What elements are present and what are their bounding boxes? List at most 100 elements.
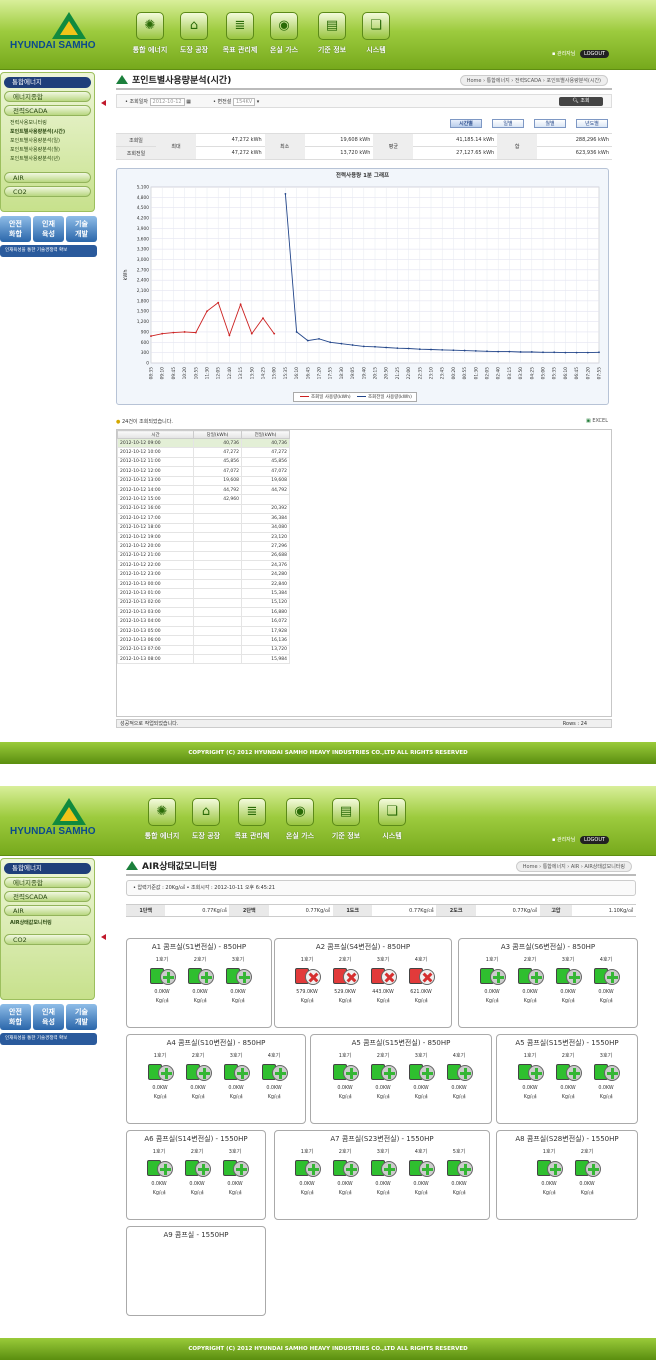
table-row[interactable]: 2012-10-13 07:00 13,720 xyxy=(117,644,290,656)
compressor-unit[interactable]: 3호기 0.0KW Kg/㎠ xyxy=(217,1052,255,1100)
table-row[interactable]: 2012-10-12 11:00 45,856 45,856 xyxy=(117,456,290,468)
table-row[interactable]: 2012-10-12 09:00 40,736 40,736 xyxy=(117,437,290,449)
sidebar-item-energy-summary[interactable]: 에너지종합 xyxy=(4,877,91,888)
excel-button[interactable]: ▣ EXCEL xyxy=(586,418,608,424)
banner-talent[interactable]: 인재 육성 xyxy=(33,216,64,242)
compressor-unit[interactable]: 5호기 0.0KW Kg/㎠ xyxy=(440,1148,478,1196)
sidebar-item-integrated-energy[interactable]: 통합에너지 xyxy=(4,77,91,88)
nav-item-0[interactable]: ✺ 통합 에너지 xyxy=(128,12,172,55)
compressor-unit[interactable]: 3호기 0.0KW Kg/㎠ xyxy=(402,1052,440,1100)
nav-item-1[interactable]: ⌂ 도장 공장 xyxy=(172,12,216,55)
banner-technology[interactable]: 기술 개발 xyxy=(66,1004,97,1030)
company-logo[interactable]: HYUNDAI SAMHO xyxy=(10,12,120,54)
compressor-unit[interactable]: 3호기 0.0KW Kg/㎠ xyxy=(216,1148,254,1196)
table-row[interactable]: 2012-10-12 10:00 47,272 47,272 xyxy=(117,447,290,458)
compressor-unit[interactable]: 4호기 621.0KW Kg/㎠ xyxy=(402,956,440,1004)
table-row[interactable]: 2012-10-13 05:00 17,928 xyxy=(117,625,290,637)
compressor-unit[interactable]: 1호기 0.0KW Kg/㎠ xyxy=(473,956,511,1004)
nav-item-0[interactable]: ✺ 통합 에너지 xyxy=(140,798,184,841)
compressor-unit[interactable]: 2호기 0.0KW Kg/㎠ xyxy=(568,1148,606,1196)
tab-daily[interactable]: 일별 xyxy=(492,119,524,128)
sidebar-item-co2[interactable]: CO2 xyxy=(4,934,91,945)
sidebar-subitem-yearly[interactable]: 포인트별사용량분석(년) xyxy=(4,155,91,164)
nav-item-3[interactable]: ◉ 온실 가스 xyxy=(278,798,322,841)
compressor-unit[interactable]: 3호기 0.0KW Kg/㎠ xyxy=(587,1052,625,1100)
sidebar-item-energy-summary[interactable]: 에너지종합 xyxy=(4,91,91,102)
grid-header-today[interactable]: 당일(kWh) xyxy=(193,430,242,439)
compressor-unit[interactable]: 2호기 0.0KW Kg/㎠ xyxy=(181,956,219,1004)
tab-monthly[interactable]: 월별 xyxy=(534,119,566,128)
query-button[interactable]: 🔍︎ 조회 xyxy=(559,97,603,106)
sidebar-item-power-scada[interactable]: 전력SCADA xyxy=(4,891,91,902)
table-row[interactable]: 2012-10-12 17:00 36,384 xyxy=(117,513,290,524)
grid-header-previous[interactable]: 전일(kWh) xyxy=(241,430,290,439)
banner-slogan[interactable]: 인재육성을 통한 기술경쟁력 확보 xyxy=(0,245,97,257)
sidebar-item-air[interactable]: AIR xyxy=(4,905,91,916)
table-row[interactable]: 2012-10-12 23:00 24,280 xyxy=(117,569,290,580)
compressor-unit[interactable]: 3호기 443.0KW Kg/㎠ xyxy=(364,956,402,1004)
table-row[interactable]: 2012-10-13 00:00 22,840 xyxy=(117,578,290,590)
compressor-unit[interactable]: 1호기 0.0KW Kg/㎠ xyxy=(511,1052,549,1100)
compressor-unit[interactable]: 1호기 0.0KW Kg/㎠ xyxy=(326,1052,364,1100)
compressor-unit[interactable]: 3호기 0.0KW Kg/㎠ xyxy=(364,1148,402,1196)
date-input[interactable]: 2012-10-12 xyxy=(149,98,185,106)
compressor-unit[interactable]: 1호기 579.0KW Kg/㎠ xyxy=(288,956,326,1004)
nav-item-4[interactable]: ▤ 기준 정보 xyxy=(324,798,368,841)
compressor-unit[interactable]: 2호기 0.0KW Kg/㎠ xyxy=(364,1052,402,1100)
table-row[interactable]: 2012-10-12 14:00 44,792 44,792 xyxy=(117,484,290,496)
sidebar-subitem-air-monitoring[interactable]: AIR상태값모니터링 xyxy=(4,919,91,928)
nav-item-1[interactable]: ⌂ 도장 공장 xyxy=(184,798,228,841)
nav-item-3[interactable]: ◉ 온실 가스 xyxy=(262,12,306,55)
compressor-unit[interactable]: 2호기 529.0KW Kg/㎠ xyxy=(326,956,364,1004)
compressor-unit[interactable]: 4호기 0.0KW Kg/㎠ xyxy=(587,956,625,1004)
table-row[interactable]: 2012-10-13 01:00 15,384 xyxy=(117,588,290,599)
table-row[interactable]: 2012-10-12 12:00 47,072 47,072 xyxy=(117,466,290,477)
compressor-unit[interactable]: 2호기 0.0KW Kg/㎠ xyxy=(549,1052,587,1100)
nav-item-2[interactable]: ≣ 목표 관리제 xyxy=(230,798,274,841)
table-row[interactable]: 2012-10-12 20:00 27,296 xyxy=(117,541,290,552)
compressor-unit[interactable]: 4호기 0.0KW Kg/㎠ xyxy=(402,1148,440,1196)
banner-talent[interactable]: 인재 육성 xyxy=(33,1004,64,1030)
compressor-unit[interactable]: 3호기 0.0KW Kg/㎠ xyxy=(219,956,257,1004)
table-row[interactable]: 2012-10-12 22:00 24,376 xyxy=(117,560,290,571)
banner-safety[interactable]: 안전 화합 xyxy=(0,216,31,242)
compressor-unit[interactable]: 1호기 0.0KW Kg/㎠ xyxy=(143,956,181,1004)
nav-item-2[interactable]: ≣ 목표 관리제 xyxy=(218,12,262,55)
compressor-unit[interactable]: 1호기 0.0KW Kg/㎠ xyxy=(288,1148,326,1196)
company-logo[interactable]: HYUNDAI SAMHO xyxy=(10,798,120,840)
compressor-unit[interactable]: 3호기 0.0KW Kg/㎠ xyxy=(549,956,587,1004)
sidebar-item-power-scada[interactable]: 전력SCADA xyxy=(4,105,91,116)
compressor-unit[interactable]: 1호기 0.0KW Kg/㎠ xyxy=(141,1052,179,1100)
table-row[interactable]: 2012-10-13 02:00 15,120 xyxy=(117,597,290,609)
table-row[interactable]: 2012-10-12 16:00 20,392 xyxy=(117,503,290,515)
banner-slogan[interactable]: 인재육성을 통한 기술경쟁력 확보 xyxy=(0,1033,97,1045)
compressor-unit[interactable]: 2호기 0.0KW Kg/㎠ xyxy=(179,1052,217,1100)
table-row[interactable]: 2012-10-13 08:00 15,984 xyxy=(117,653,290,665)
compressor-unit[interactable]: 2호기 0.0KW Kg/㎠ xyxy=(511,956,549,1004)
compressor-unit[interactable]: 1호기 0.0KW Kg/㎠ xyxy=(140,1148,178,1196)
table-row[interactable]: 2012-10-13 03:00 16,880 xyxy=(117,607,290,618)
sidebar-subitem-monitoring[interactable]: 전력사용모니터링 xyxy=(4,119,91,128)
nav-item-5[interactable]: ❏ 시스템 xyxy=(354,12,398,55)
nav-item-5[interactable]: ❏ 시스템 xyxy=(370,798,414,841)
grid-header-time[interactable]: 시간 xyxy=(117,430,194,439)
substation-select[interactable]: 154KV xyxy=(232,98,256,106)
sidebar-item-co2[interactable]: CO2 xyxy=(4,186,91,197)
table-row[interactable]: 2012-10-12 15:00 42,960 xyxy=(117,494,290,505)
compressor-unit[interactable]: 1호기 0.0KW Kg/㎠ xyxy=(530,1148,568,1196)
sidebar-item-air[interactable]: AIR xyxy=(4,172,91,183)
table-row[interactable]: 2012-10-12 18:00 34,080 xyxy=(117,522,290,533)
logout-button[interactable]: LOGOUT xyxy=(579,836,610,844)
sidebar-subitem-hourly[interactable]: 포인트별사용량분석(시간) xyxy=(4,128,91,137)
logout-button[interactable]: LOGOUT xyxy=(579,50,610,58)
chevron-down-icon[interactable]: ▾ xyxy=(257,99,260,105)
compressor-unit[interactable]: 4호기 0.0KW Kg/㎠ xyxy=(440,1052,478,1100)
tab-yearly[interactable]: 년도별 xyxy=(576,119,608,128)
table-row[interactable]: 2012-10-12 13:00 19,608 19,608 xyxy=(117,475,290,486)
table-row[interactable]: 2012-10-13 04:00 16,072 xyxy=(117,616,290,627)
banner-technology[interactable]: 기술 개발 xyxy=(66,216,97,242)
table-row[interactable]: 2012-10-12 19:00 23,120 xyxy=(117,531,290,543)
table-row[interactable]: 2012-10-12 21:00 26,688 xyxy=(117,550,290,562)
sidebar-item-integrated-energy[interactable]: 통합에너지 xyxy=(4,863,91,874)
compressor-unit[interactable]: 4호기 0.0KW Kg/㎠ xyxy=(255,1052,293,1100)
